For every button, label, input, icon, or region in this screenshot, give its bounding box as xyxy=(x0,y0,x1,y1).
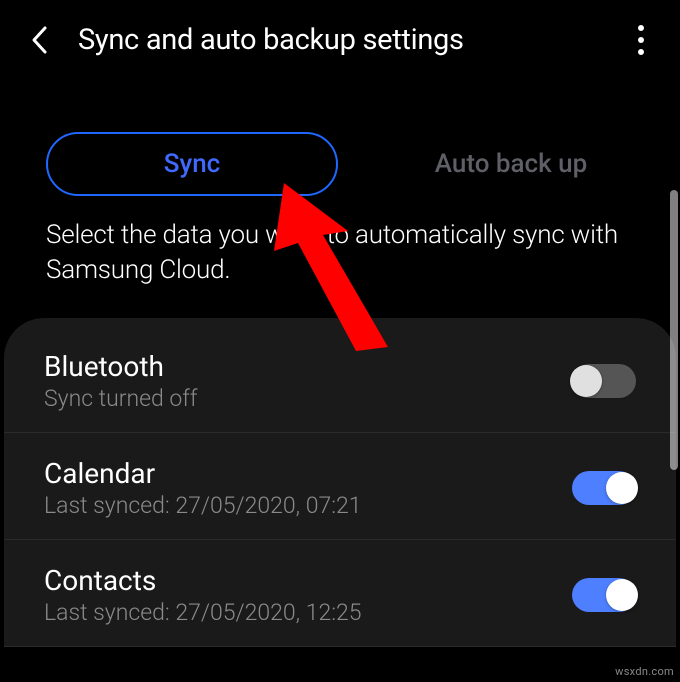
item-subtitle: Sync turned off xyxy=(44,385,572,412)
item-title: Calendar xyxy=(44,457,572,490)
overflow-menu-button[interactable] xyxy=(626,25,656,55)
toggle-bluetooth[interactable] xyxy=(572,364,636,398)
dot-icon xyxy=(638,49,644,55)
scrollbar[interactable] xyxy=(670,190,678,470)
dot-icon xyxy=(638,37,644,43)
item-subtitle: Last synced: 27/05/2020, 12:25 xyxy=(44,599,572,626)
list-item-bluetooth[interactable]: Bluetooth Sync turned off xyxy=(4,318,676,433)
toggle-knob xyxy=(570,365,602,397)
list-item-text: Bluetooth Sync turned off xyxy=(44,350,572,412)
item-title: Bluetooth xyxy=(44,350,572,383)
header: Sync and auto backup settings xyxy=(0,0,680,72)
toggle-knob xyxy=(606,472,638,504)
tabs: Sync Auto back up xyxy=(0,72,680,206)
item-subtitle: Last synced: 27/05/2020, 07:21 xyxy=(44,492,572,519)
toggle-knob xyxy=(606,579,638,611)
back-button[interactable] xyxy=(24,20,54,60)
toggle-calendar[interactable] xyxy=(572,471,636,505)
page-title: Sync and auto backup settings xyxy=(78,23,602,57)
watermark: wsxdn.com xyxy=(615,665,674,678)
section-description: Select the data you want to automaticall… xyxy=(0,206,680,318)
tab-auto-back-up[interactable]: Auto back up xyxy=(388,132,634,196)
list-item-text: Calendar Last synced: 27/05/2020, 07:21 xyxy=(44,457,572,519)
toggle-contacts[interactable] xyxy=(572,578,636,612)
chevron-left-icon xyxy=(30,25,48,55)
list-item-contacts[interactable]: Contacts Last synced: 27/05/2020, 12:25 xyxy=(4,540,676,647)
list-item-text: Contacts Last synced: 27/05/2020, 12:25 xyxy=(44,564,572,626)
sync-items-panel: Bluetooth Sync turned off Calendar Last … xyxy=(4,318,676,647)
item-title: Contacts xyxy=(44,564,572,597)
tab-sync[interactable]: Sync xyxy=(46,132,338,196)
dot-icon xyxy=(638,25,644,31)
list-item-calendar[interactable]: Calendar Last synced: 27/05/2020, 07:21 xyxy=(4,433,676,540)
